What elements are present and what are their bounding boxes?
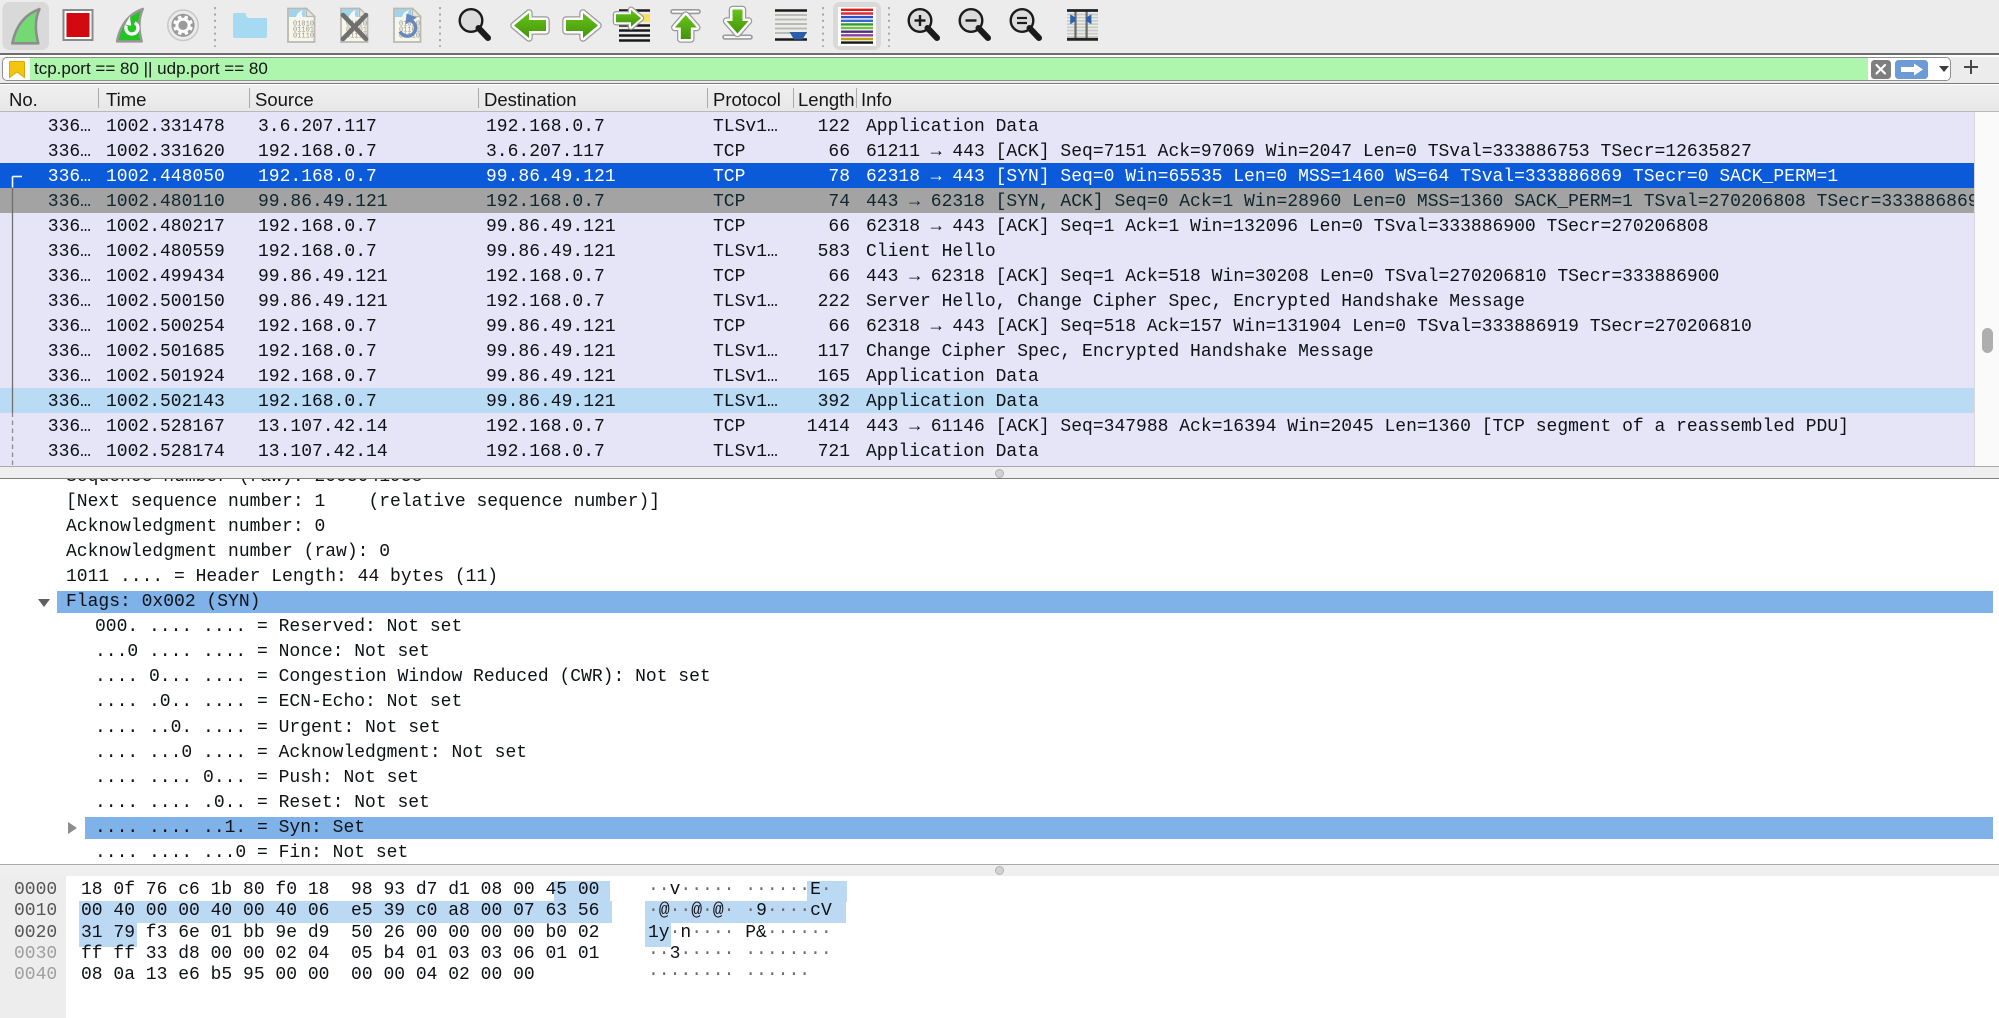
svg-text:01110: 01110 [293, 33, 314, 41]
